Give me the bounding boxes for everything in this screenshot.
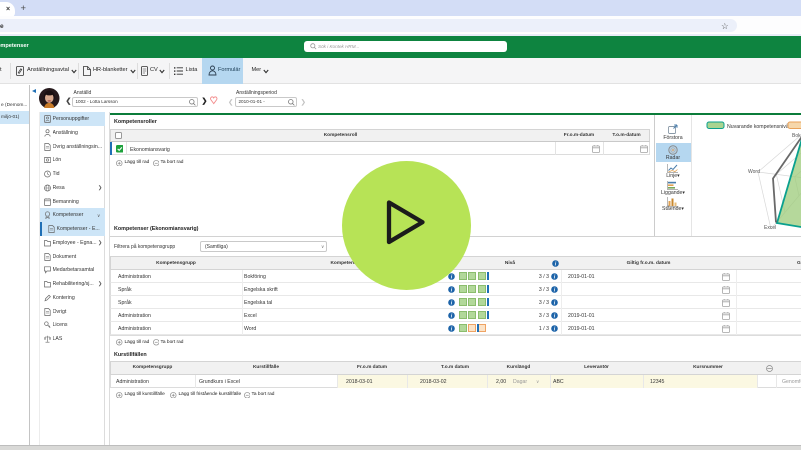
svg-text:Nuvarande kompetensnivå: Nuvarande kompetensnivå xyxy=(727,123,789,130)
svg-text:Bok: Bok xyxy=(792,133,801,139)
svg-text:Excel: Excel xyxy=(764,225,776,231)
svg-text:Word: Word xyxy=(748,169,760,175)
